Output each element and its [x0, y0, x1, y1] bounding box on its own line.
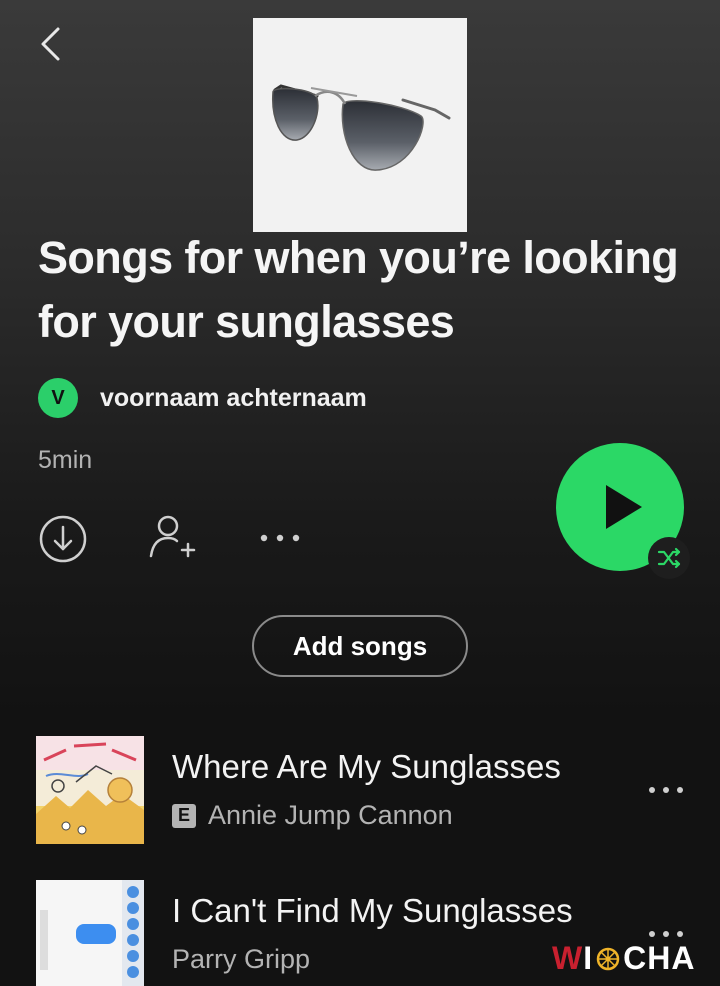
back-button[interactable] — [34, 24, 70, 64]
explicit-badge: E — [172, 803, 196, 828]
sunglasses-cover-image — [272, 84, 451, 171]
shuffle-icon — [657, 547, 681, 569]
track-row[interactable]: Where Are My Sunglasses E Annie Jump Can… — [0, 734, 720, 854]
playlist-cover — [253, 18, 467, 232]
track-more-button[interactable] — [646, 782, 686, 798]
playlist-duration: 5min — [38, 446, 93, 474]
invite-collaborator-button[interactable] — [146, 512, 200, 564]
watermark-part-2: I — [583, 940, 594, 976]
playlist-owner[interactable]: V voornaam achternaam — [38, 378, 367, 418]
download-icon — [39, 515, 87, 563]
track-artwork — [36, 736, 144, 844]
track-title: I Can't Find My Sunglasses — [172, 892, 573, 929]
track-artist-row: E Annie Jump Cannon — [172, 800, 453, 831]
watermark-logo: WI CHA — [552, 940, 695, 977]
chevron-left-icon — [41, 27, 60, 61]
track-title: Where Are My Sunglasses — [172, 748, 561, 785]
more-horizontal-icon — [649, 787, 683, 793]
track-artist: Annie Jump Cannon — [208, 800, 453, 830]
download-button[interactable] — [38, 514, 88, 564]
more-horizontal-icon — [260, 534, 300, 542]
watermark-part-1: W — [552, 940, 584, 976]
more-options-button[interactable] — [258, 528, 302, 548]
shuffle-button[interactable] — [648, 537, 690, 579]
wheel-icon — [596, 947, 620, 971]
track-artist-row: Parry Gripp — [172, 944, 310, 975]
add-songs-button[interactable]: Add songs — [252, 615, 468, 677]
add-user-icon — [149, 515, 196, 558]
avatar: V — [38, 378, 78, 418]
track-2-artwork-image — [36, 880, 144, 986]
track-artwork — [36, 880, 144, 986]
playlist-title: Songs for when you’re looking for your s… — [38, 232, 679, 347]
track-artist: Parry Gripp — [172, 944, 311, 974]
watermark-part-3: CHA — [623, 940, 696, 976]
track-1-artwork-image — [36, 736, 144, 844]
owner-name: voornaam achternaam — [100, 383, 367, 412]
